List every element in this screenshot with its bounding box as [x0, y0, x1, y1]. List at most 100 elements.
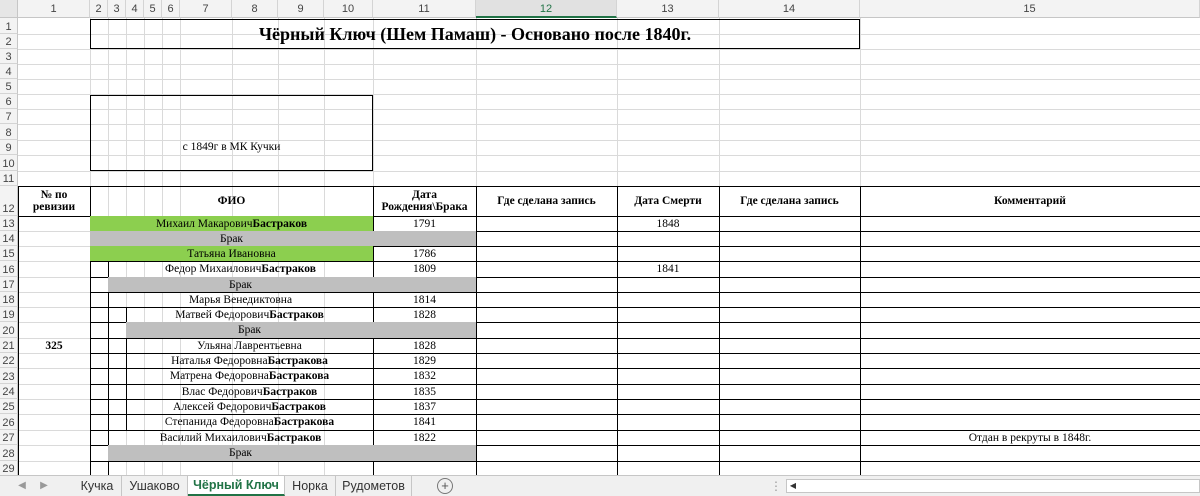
header-comment[interactable]: Комментарий	[860, 186, 1200, 216]
header-date[interactable]: Дата Рождения\Брака	[373, 186, 476, 216]
date-cell[interactable]	[373, 445, 476, 461]
comment-cell[interactable]	[860, 414, 1200, 430]
date-cell[interactable]: 1822	[373, 430, 476, 445]
ellipsis-icon[interactable]: ⋮	[770, 479, 782, 493]
comment-cell[interactable]	[860, 461, 1200, 475]
triangle-left-icon[interactable]: ◀	[14, 478, 30, 494]
comment-cell[interactable]	[860, 216, 1200, 231]
fio-cell[interactable]: Брак	[126, 322, 373, 338]
comment-cell[interactable]	[860, 292, 1200, 307]
comment-cell[interactable]	[860, 338, 1200, 353]
comment-cell[interactable]	[860, 307, 1200, 322]
death-cell[interactable]	[617, 322, 719, 338]
death-cell[interactable]	[617, 246, 719, 261]
cell-text: 1814	[413, 293, 436, 306]
death-cell[interactable]	[617, 430, 719, 445]
comment-cell[interactable]	[860, 322, 1200, 338]
sheet-tab[interactable]: Чёрный Ключ	[188, 476, 285, 496]
death-cell[interactable]	[617, 292, 719, 307]
comment-cell[interactable]	[860, 277, 1200, 292]
death-cell[interactable]	[617, 414, 719, 430]
header-record-place[interactable]: Где сделана запись	[476, 186, 617, 216]
death-cell[interactable]	[617, 368, 719, 384]
death-cell[interactable]	[617, 338, 719, 353]
triangle-right-icon[interactable]: ▶	[36, 478, 52, 494]
fio-cell[interactable]: Ульяна Лаврентьевна	[126, 338, 373, 353]
comment-cell[interactable]	[860, 231, 1200, 246]
date-cell[interactable]: 1809	[373, 261, 476, 277]
cell-text: Дата Смерти	[634, 195, 702, 207]
date-cell[interactable]	[373, 277, 476, 292]
sheet-title[interactable]: Чёрный Ключ (Шем Памаш) - Основано после…	[90, 19, 860, 49]
comment-cell[interactable]	[860, 368, 1200, 384]
surname-text: Бастракова	[273, 416, 335, 428]
fio-cell[interactable]: Марья Венедиктовна	[108, 292, 373, 307]
fio-cell[interactable]: Алексей Федорович Бастраков	[126, 399, 373, 414]
fio-cell[interactable]	[108, 461, 373, 475]
date-cell[interactable]: 1828	[373, 307, 476, 322]
date-cell[interactable]	[373, 461, 476, 475]
death-cell[interactable]: 1841	[617, 261, 719, 277]
fio-cell[interactable]: Брак	[108, 445, 373, 461]
comment-cell[interactable]	[860, 353, 1200, 368]
date-cell[interactable]: 1786	[373, 246, 476, 261]
comment-cell[interactable]	[860, 399, 1200, 414]
date-cell[interactable]: 1829	[373, 353, 476, 368]
death-cell[interactable]	[617, 353, 719, 368]
comment-cell[interactable]	[860, 384, 1200, 399]
fio-cell[interactable]: Федор Михаилович Бастраков	[108, 261, 373, 277]
header-record-place-2[interactable]: Где сделана запись	[719, 186, 860, 216]
sheet-tab[interactable]: Кучка	[73, 476, 122, 496]
cell-text: 1835	[413, 385, 436, 398]
fio-cell[interactable]: Матвей Федорович Бастраков	[126, 307, 373, 322]
header-death-date[interactable]: Дата Смерти	[617, 186, 719, 216]
header-fio[interactable]: ФИО	[90, 186, 373, 216]
cell-text: Михаил Макарович	[155, 217, 253, 230]
date-cell[interactable]	[373, 231, 476, 246]
date-cell[interactable]: 1832	[373, 368, 476, 384]
fio-cell[interactable]: Брак	[90, 231, 373, 246]
horizontal-scrollbar[interactable]: ◀	[786, 479, 1200, 493]
death-cell[interactable]	[617, 461, 719, 475]
sheet-tab[interactable]: Рудометов	[336, 476, 412, 496]
death-cell[interactable]	[617, 231, 719, 246]
fio-cell[interactable]: Влас Федорович Бастраков	[126, 384, 373, 399]
date-cell[interactable]: 1835	[373, 384, 476, 399]
sheet-tab[interactable]: Норка	[285, 476, 336, 496]
death-cell[interactable]	[617, 384, 719, 399]
note-cell[interactable]: с 1849г в МК Кучки	[90, 95, 373, 171]
death-cell[interactable]	[617, 445, 719, 461]
date-cell[interactable]: 1828	[373, 338, 476, 353]
comment-cell[interactable]	[860, 445, 1200, 461]
death-cell[interactable]	[617, 277, 719, 292]
revision-number[interactable]: 325	[18, 216, 90, 475]
death-cell[interactable]	[617, 307, 719, 322]
plus-circle-icon[interactable]: +	[437, 478, 453, 494]
cell-text: 1786	[413, 247, 436, 260]
death-cell[interactable]: 1848	[617, 216, 719, 231]
comment-cell[interactable]	[860, 261, 1200, 277]
date-cell[interactable]	[373, 322, 476, 338]
fio-cell[interactable]: Брак	[108, 277, 373, 292]
fio-cell[interactable]: Матрена Федоровна Бастракова	[126, 368, 373, 384]
fio-cell[interactable]: Наталья Федоровна Бастракова	[126, 353, 373, 368]
comment-cell[interactable]: Отдан в рекруты в 1848г.	[860, 430, 1200, 445]
cell-text: Отдан в рекруты в 1848г.	[968, 431, 1092, 444]
date-cell[interactable]: 1841	[373, 414, 476, 430]
date-cell[interactable]: 1837	[373, 399, 476, 414]
fio-cell[interactable]: Василий Михаилович Бастраков	[108, 430, 373, 445]
fio-cell[interactable]: Татьяна Ивановна	[90, 246, 373, 261]
date-cell[interactable]: 1814	[373, 292, 476, 307]
death-cell[interactable]	[617, 399, 719, 414]
cell-text: 1791	[413, 217, 436, 230]
date-cell[interactable]: 1791	[373, 216, 476, 231]
fio-cell[interactable]: Степанида Федоровна Бастракова	[126, 414, 373, 430]
header-revision[interactable]: № по ревизии	[18, 186, 90, 216]
sheet-tab-bar: ◀ ▶ Кучка Ушаково Чёрный Ключ Норка Рудомето…	[0, 475, 1200, 496]
fio-cell[interactable]: Михаил Макарович Бастраков	[90, 216, 373, 231]
cell-text: Наталья Федоровна	[171, 354, 268, 367]
comment-cell[interactable]	[860, 246, 1200, 261]
sheet-tab[interactable]: Ушаково	[122, 476, 188, 496]
spreadsheet-grid[interactable]: 1 2 3 4 5 6 7 8 9 10 11 12 13 14 15 1 2 3 4 5 6 7 8 9 10 11 12 13 1…	[0, 0, 1200, 475]
triangle-left-icon[interactable]: ◀	[787, 480, 799, 492]
